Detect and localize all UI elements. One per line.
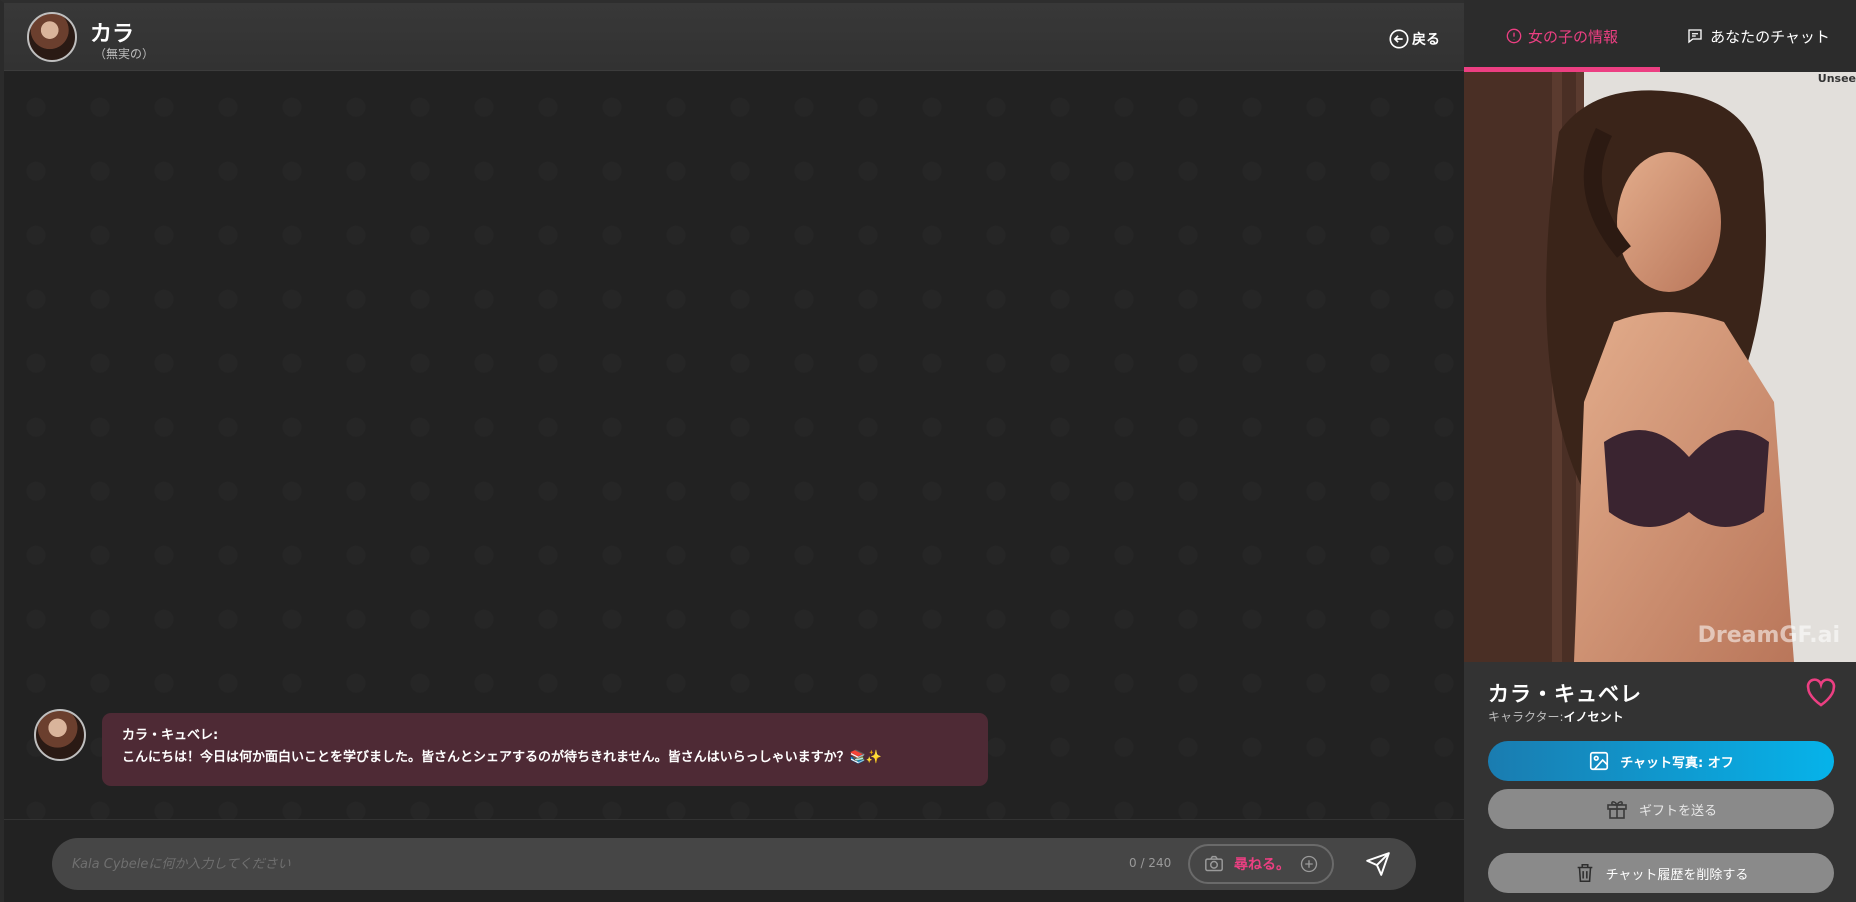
panel-tabs: 女の子の情報 あなたのチャット — [1464, 0, 1856, 72]
tab-girl-info-label: 女の子の情報 — [1527, 27, 1618, 46]
character-label: キャラクター: — [1488, 710, 1564, 724]
camera-icon[interactable] — [1204, 855, 1224, 873]
message-bubble: カラ・キュベレ: こんにちは！今日は何か面白いことを学びました。皆さんとシェアす… — [102, 713, 988, 786]
message-text: こんにちは！今日は何か面白いことを学びました。皆さんとシェアするのが待ちきれませ… — [122, 750, 882, 765]
composer: 0 / 240 尋ねる。 — [4, 819, 1464, 902]
image-icon — [1590, 751, 1609, 771]
profile-name: カラ・キュベレ — [1488, 682, 1642, 706]
send-button[interactable] — [1356, 844, 1400, 884]
back-button-label: 戻る — [1412, 32, 1440, 48]
favorite-button[interactable] — [1804, 676, 1838, 710]
header-character-subtitle: （無実の） — [94, 47, 155, 61]
back-arrow-icon — [1389, 29, 1409, 49]
profile-character: キャラクター:イノセント — [1488, 708, 1624, 725]
header-character-name: カラ — [90, 22, 135, 47]
delete-history-label: チャット履歴を削除する — [1605, 867, 1749, 883]
plus-icon[interactable] — [1300, 855, 1318, 873]
send-gift-label: ギフトを送る — [1638, 803, 1717, 819]
message-sender: カラ・キュベレ: — [122, 728, 219, 743]
gift-icon — [1607, 801, 1627, 819]
trash-icon — [1577, 863, 1592, 883]
character-value: イノセント — [1563, 710, 1624, 724]
send-icon — [1366, 852, 1390, 876]
message-list: カラ・キュベレ: こんにちは！今日は何か面白いことを学びました。皆さんとシェアす… — [4, 72, 1464, 819]
heart-icon — [1806, 678, 1836, 707]
chat-icon — [1688, 29, 1702, 44]
chat-area: カラ （無実の） 戻る カラ・キュベレ: こんにちは！今日は何か面白いことを学び… — [0, 0, 1464, 902]
character-panel: 女の子の情報 あなたのチャット Unsee DreamGF.ai カラ・キュベレ… — [1464, 0, 1856, 902]
ask-label: 尋ねる。 — [1234, 857, 1290, 873]
chat-header: カラ （無実の） 戻る — [4, 3, 1464, 71]
back-button[interactable]: 戻る — [1388, 28, 1440, 50]
profile-photo-figure — [1464, 72, 1856, 662]
chat-photo-toggle-label: チャット写真: オフ — [1620, 755, 1734, 771]
header-avatar[interactable] — [27, 12, 77, 62]
photo-corner-mark: Unsee — [1817, 72, 1856, 85]
message-avatar — [34, 709, 86, 761]
ask-button[interactable]: 尋ねる。 — [1188, 844, 1334, 884]
photo-watermark: DreamGF.ai — [1697, 623, 1840, 648]
info-icon — [1506, 28, 1522, 44]
profile-photo[interactable]: Unsee DreamGF.ai — [1464, 72, 1856, 662]
message-input[interactable] — [72, 852, 1102, 876]
tab-your-chat-label: あなたのチャット — [1710, 27, 1830, 46]
char-counter: 0 / 240 — [1129, 856, 1172, 870]
tab-girl-info[interactable]: 女の子の情報 — [1464, 0, 1660, 72]
chat-photo-toggle[interactable]: チャット写真: オフ — [1488, 741, 1834, 781]
delete-history-button[interactable]: チャット履歴を削除する — [1488, 853, 1834, 893]
send-gift-button[interactable]: ギフトを送る — [1488, 789, 1834, 829]
tab-your-chat[interactable]: あなたのチャット — [1660, 0, 1856, 72]
